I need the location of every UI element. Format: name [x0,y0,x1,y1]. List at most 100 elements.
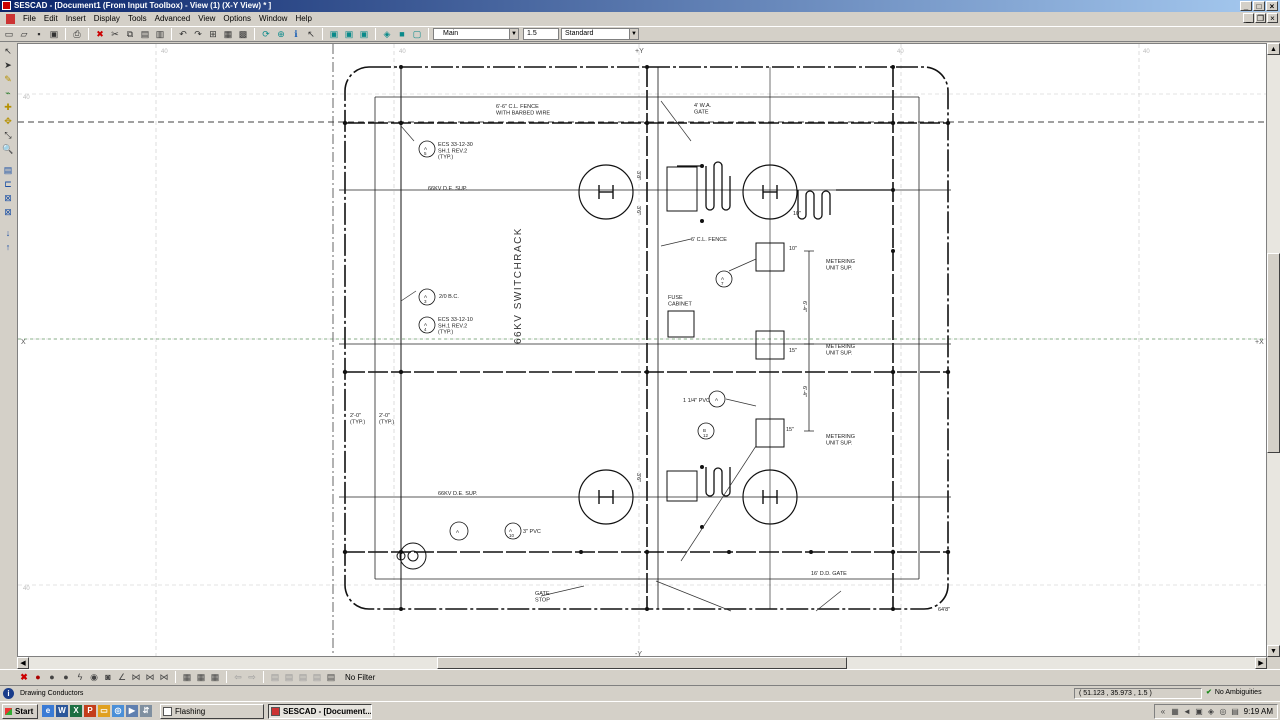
grid1-icon[interactable]: ▦ [181,671,193,683]
tray-printer-icon[interactable]: ▤ [1230,707,1240,717]
grid2-icon[interactable]: ▦ [195,671,207,683]
menu-file[interactable]: File [19,12,40,26]
tray-shield-icon[interactable]: ◈ [1206,707,1216,717]
globe-icon[interactable]: ◎ [112,705,124,717]
scroll-up-arrow[interactable]: ▲ [1267,43,1280,55]
chevron-down-icon[interactable]: ▼ [629,29,638,39]
print-icon[interactable]: ⎙ [70,28,84,41]
layer-combo[interactable]: Main ▼ [433,28,519,40]
document-icon[interactable] [6,14,15,24]
task-flashing[interactable]: Flashing [160,703,264,719]
new-icon[interactable]: ▭ [2,28,16,41]
doc-minimize-button[interactable]: _ [1243,13,1254,23]
delete-icon[interactable]: ✖ [93,28,107,41]
add-icon[interactable]: ✚ [2,101,15,114]
cube-icon[interactable]: ◙ [102,671,114,683]
page5-icon[interactable]: ▤ [325,671,337,683]
start-button[interactable]: Start [2,703,38,719]
chevron-down-icon[interactable]: ▼ [509,29,518,39]
tray-back-icon[interactable]: « [1158,707,1168,717]
menu-window[interactable]: Window [255,12,291,26]
minimize-button[interactable]: _ [1240,1,1252,11]
app-icon[interactable] [2,1,11,10]
render-icon[interactable]: ■ [395,28,409,41]
scroll-down-arrow[interactable]: ▼ [1267,645,1280,657]
task-sescad[interactable]: SESCAD - [Document... [268,703,372,719]
wireframe-icon[interactable]: ▢ [410,28,424,41]
link2-icon[interactable]: ⋈ [144,671,156,683]
vertical-scroll-thumb[interactable] [1267,253,1280,453]
menu-insert[interactable]: Insert [62,12,90,26]
zoom-icon[interactable]: ⊞ [206,28,220,41]
close-button[interactable]: × [1266,1,1278,11]
angle-icon[interactable]: ∠ [116,671,128,683]
tray-app-icon[interactable]: ◎ [1218,707,1228,717]
page4-icon[interactable]: ▤ [311,671,323,683]
horizontal-scroll-thumb[interactable] [437,657,847,669]
page3-icon[interactable]: ▤ [297,671,309,683]
up-arrow-icon[interactable]: ↑ [2,241,15,254]
scroll-right-arrow[interactable]: ▶ [1255,657,1267,669]
menu-help[interactable]: Help [291,12,315,26]
pointer-icon[interactable]: ↖ [2,45,15,58]
pencil-icon[interactable]: ✎ [2,73,15,86]
forward-icon[interactable]: ⇨ [246,671,258,683]
doc-restore-button[interactable]: ❐ [1255,13,1266,23]
scale-icon[interactable]: ⤡ [2,129,15,142]
move-icon[interactable]: ✥ [2,115,15,128]
sphere-icon[interactable]: ◉ [88,671,100,683]
paste-icon[interactable]: ▤ [138,28,152,41]
view-top-icon[interactable]: ▣ [357,28,371,41]
down-arrow-icon[interactable]: ↓ [2,227,15,240]
view-front-icon[interactable]: ▣ [327,28,341,41]
circle-icon[interactable]: ● [46,671,58,683]
save-icon[interactable]: ▪ [32,28,46,41]
tray-volume-icon[interactable]: ◄ [1182,707,1192,717]
menu-display[interactable]: Display [90,12,124,26]
save-all-icon[interactable]: ▣ [47,28,61,41]
tray-monitor-icon[interactable]: ▣ [1194,707,1204,717]
view-3d-icon[interactable]: ◈ [380,28,394,41]
pipe-icon[interactable]: ⊏ [2,178,15,191]
box-icon[interactable]: ⊠ [2,206,15,219]
grid-icon[interactable]: ▦ [221,28,235,41]
excel-icon[interactable]: X [70,705,82,717]
snap-icon[interactable]: ⟳ [259,28,273,41]
grid3-icon[interactable]: ▦ [209,671,221,683]
filter-label[interactable]: No Filter [345,673,375,682]
select-icon[interactable]: ▩ [236,28,250,41]
powerpoint-icon[interactable]: P [84,705,96,717]
link3-icon[interactable]: ⋈ [158,671,170,683]
menu-edit[interactable]: Edit [40,12,62,26]
circle2-icon[interactable]: ● [60,671,72,683]
width-combo[interactable]: 1.5 [523,28,559,40]
menu-view[interactable]: View [194,12,219,26]
info-icon[interactable]: ℹ [289,28,303,41]
magnifier-icon[interactable]: 🔍 [2,143,15,156]
tray-network-icon[interactable]: ▦ [1170,707,1180,717]
doc-close-button[interactable]: × [1267,13,1278,23]
menu-options[interactable]: Options [219,12,255,26]
chart-icon[interactable]: ▤ [2,164,15,177]
vertical-scrollbar[interactable]: ▲ ▼ [1267,43,1280,657]
media-icon[interactable]: ▶ [126,705,138,717]
menu-tools[interactable]: Tools [124,12,151,26]
back-icon[interactable]: ⇦ [232,671,244,683]
drawing-canvas[interactable]: +Y -Y X +X 40 40 40 40 40 40 6'-6" C.L. … [17,43,1267,657]
menu-advanced[interactable]: Advanced [151,12,195,26]
maximize-button[interactable]: □ [1253,1,1265,11]
cut-icon[interactable]: ✂ [108,28,122,41]
record-icon[interactable]: ● [32,671,44,683]
snap2-icon[interactable]: ⊕ [274,28,288,41]
arrow-icon[interactable]: ⇵ [140,705,152,717]
browser-icon[interactable]: e [42,705,54,717]
folder-icon[interactable]: ▭ [98,705,110,717]
conductor-icon[interactable]: ⌁ [2,87,15,100]
close-red-icon[interactable]: ✖ [18,671,30,683]
redo-icon[interactable]: ↷ [191,28,205,41]
paste-special-icon[interactable]: ▥ [153,28,167,41]
open-icon[interactable]: ▱ [17,28,31,41]
page2-icon[interactable]: ▤ [283,671,295,683]
select-pointer-icon[interactable]: ↖ [304,28,318,41]
copy-icon[interactable]: ⧉ [123,28,137,41]
